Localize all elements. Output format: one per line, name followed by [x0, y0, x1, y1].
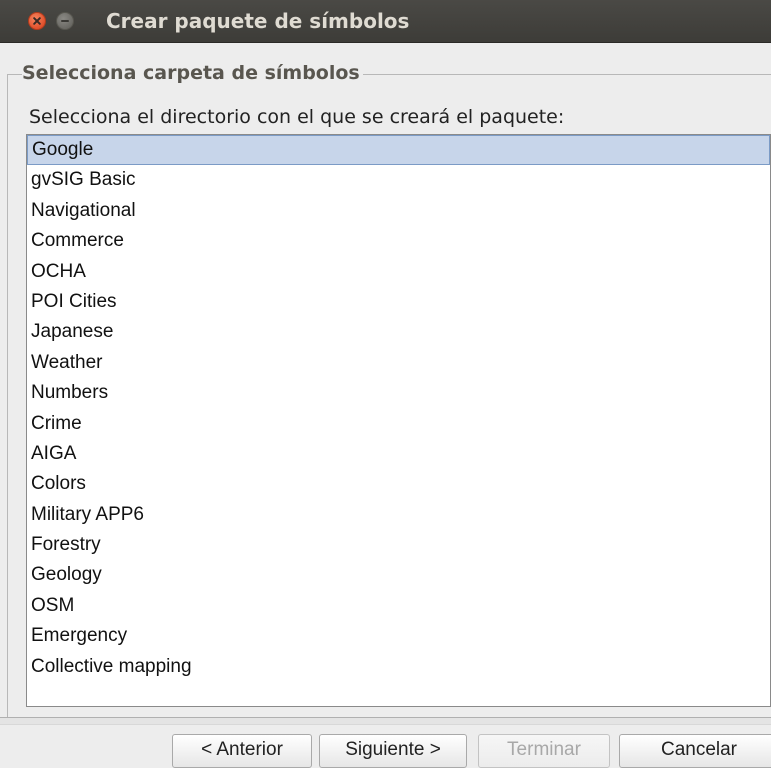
close-icon[interactable] — [28, 12, 46, 30]
list-item[interactable]: Forestry — [27, 530, 770, 560]
list-item[interactable]: Geology — [27, 560, 770, 590]
list-item[interactable]: gvSIG Basic — [27, 165, 770, 195]
list-item[interactable]: Commerce — [27, 226, 770, 256]
list-item[interactable]: Collective mapping — [27, 652, 770, 682]
title-bar: Crear paquete de símbolos — [0, 0, 771, 43]
minimize-icon[interactable] — [56, 12, 74, 30]
next-button[interactable]: Siguiente > — [319, 734, 467, 768]
cancel-button[interactable]: Cancelar — [619, 734, 771, 768]
list-item[interactable]: Google — [27, 135, 770, 166]
window-title: Crear paquete de símbolos — [106, 9, 410, 33]
list-item[interactable]: OSM — [27, 591, 770, 621]
previous-button[interactable]: < Anterior — [172, 734, 312, 768]
list-item[interactable]: Japanese — [27, 317, 770, 347]
list-item[interactable]: Navigational — [27, 196, 770, 226]
list-item[interactable]: Emergency — [27, 621, 770, 651]
list-item[interactable]: Weather — [27, 348, 770, 378]
list-item[interactable]: Military APP6 — [27, 500, 770, 530]
list-item[interactable]: Crime — [27, 409, 770, 439]
footer-separator — [0, 717, 771, 725]
group-legend: Selecciona carpeta de símbolos — [22, 62, 363, 84]
list-item[interactable]: POI Cities — [27, 287, 770, 317]
finish-button[interactable]: Terminar — [478, 734, 610, 768]
list-item[interactable]: AIGA — [27, 439, 770, 469]
list-item[interactable]: Numbers — [27, 378, 770, 408]
instruction-label: Selecciona el directorio con el que se c… — [29, 106, 565, 128]
list-item[interactable]: Colors — [27, 469, 770, 499]
folder-list[interactable]: Google gvSIG Basic Navigational Commerce… — [26, 134, 771, 707]
list-item[interactable]: OCHA — [27, 257, 770, 287]
